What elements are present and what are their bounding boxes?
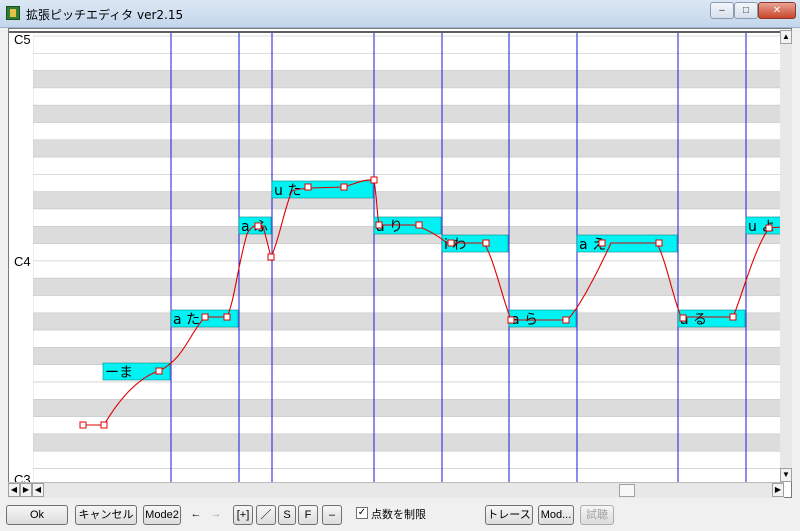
pitch-control-point <box>201 313 209 321</box>
pitch-control-point <box>447 239 455 247</box>
note-lyric: u た <box>274 183 301 199</box>
limit-points-checkbox[interactable]: ✓ <box>356 507 368 519</box>
limit-points-label: 点数を制限 <box>371 508 426 521</box>
ok-button[interactable]: Ok <box>6 505 68 525</box>
cancel-button[interactable]: キャンセル <box>75 505 137 525</box>
piano-roll-row <box>32 104 782 123</box>
maximize-button[interactable]: □ <box>734 2 758 19</box>
pitch-control-point <box>598 239 606 247</box>
pitch-control-point <box>655 239 663 247</box>
piano-roll-row <box>32 450 782 469</box>
pitch-control-point <box>679 314 687 322</box>
scroll-left-button[interactable]: ◀ <box>8 483 20 497</box>
piano-roll-row <box>32 312 782 331</box>
pitch-control-point <box>100 421 108 429</box>
add-point-button[interactable]: [+] <box>233 505 253 525</box>
piano-roll-row <box>32 329 782 348</box>
pitch-control-point <box>223 313 231 321</box>
vertical-scrollbar[interactable]: ▲ ▼ <box>780 30 792 482</box>
pitch-control-point <box>254 222 262 230</box>
piano-roll-row <box>32 277 782 296</box>
mod-button[interactable]: Mod... <box>538 505 574 525</box>
note-lyric: i わ <box>444 237 466 253</box>
close-button[interactable]: ✕ <box>758 2 796 19</box>
pitch-editor-canvas[interactable]: C5C4C3ーまa たa ふu たa りi わa らa えa るu よ <box>8 28 792 498</box>
pitch-control-point <box>507 316 515 324</box>
piano-roll-row <box>32 35 782 54</box>
scroll-up-button[interactable]: ▲ <box>780 30 792 44</box>
piano-roll-row <box>32 381 782 400</box>
piano-roll-row <box>32 416 782 435</box>
piano-roll-row <box>32 52 782 71</box>
app-icon <box>6 6 20 20</box>
piano-roll-row <box>32 70 782 89</box>
pitch-control-point <box>304 183 312 191</box>
line-tool-button[interactable]: ／ <box>256 505 276 525</box>
piano-roll-row <box>32 139 782 158</box>
preview-button[interactable]: 試聴 <box>580 505 614 525</box>
note-lyric: ーま <box>105 365 133 381</box>
piano-roll-row <box>32 191 782 210</box>
pitch-control-point <box>415 221 423 229</box>
scroll-down-button[interactable]: ▼ <box>780 468 792 482</box>
piano-roll-row <box>32 156 782 175</box>
flat-tool-button[interactable]: F <box>298 505 318 525</box>
pitch-control-point <box>765 224 773 232</box>
minus-tool-button[interactable]: – <box>322 505 342 525</box>
pitch-control-point <box>340 183 348 191</box>
octave-label: C4 <box>14 254 31 269</box>
pitch-control-point <box>482 239 490 247</box>
scroll-right-button-left[interactable]: ▶ <box>20 483 32 497</box>
piano-roll-row <box>32 87 782 106</box>
piano-roll-row <box>32 347 782 365</box>
pitch-control-point <box>370 176 378 184</box>
octave-label: C5 <box>14 32 31 47</box>
piano-roll-svg[interactable]: C5C4C3ーまa たa ふu たa りi わa らa えa るu よ <box>9 29 792 498</box>
pitch-control-point <box>729 313 737 321</box>
minimize-button[interactable]: – <box>710 2 734 19</box>
piano-roll-row <box>32 398 782 417</box>
note-lyric: a た <box>173 312 200 328</box>
pitch-control-point <box>155 367 163 375</box>
window-title: 拡張ピッチエディタ ver2.15 <box>26 8 184 22</box>
redo-arrow-button[interactable]: → <box>207 505 225 525</box>
pitch-control-point <box>267 253 275 261</box>
pitch-control-point <box>562 316 570 324</box>
pitch-control-point <box>375 221 383 229</box>
scroll-left-button-inner[interactable]: ◀ <box>32 483 44 497</box>
undo-arrow-button[interactable]: ← <box>187 505 205 525</box>
title-bar: 拡張ピッチエディタ ver2.15 – □ ✕ <box>0 0 800 28</box>
piano-roll-row <box>32 122 782 141</box>
pitch-control-point <box>79 421 87 429</box>
smooth-tool-button[interactable]: S <box>278 505 296 525</box>
piano-roll-row <box>32 433 782 452</box>
scroll-right-button[interactable]: ▶ <box>772 483 784 497</box>
scroll-thumb[interactable] <box>619 484 635 497</box>
horizontal-scrollbar[interactable]: ◀ ▶ ◀ ▶ <box>8 482 784 498</box>
piano-roll-row <box>32 295 782 314</box>
trace-button[interactable]: トレース <box>485 505 533 525</box>
piano-roll-row <box>32 174 782 192</box>
mode2-button[interactable]: Mode2 <box>143 505 181 525</box>
